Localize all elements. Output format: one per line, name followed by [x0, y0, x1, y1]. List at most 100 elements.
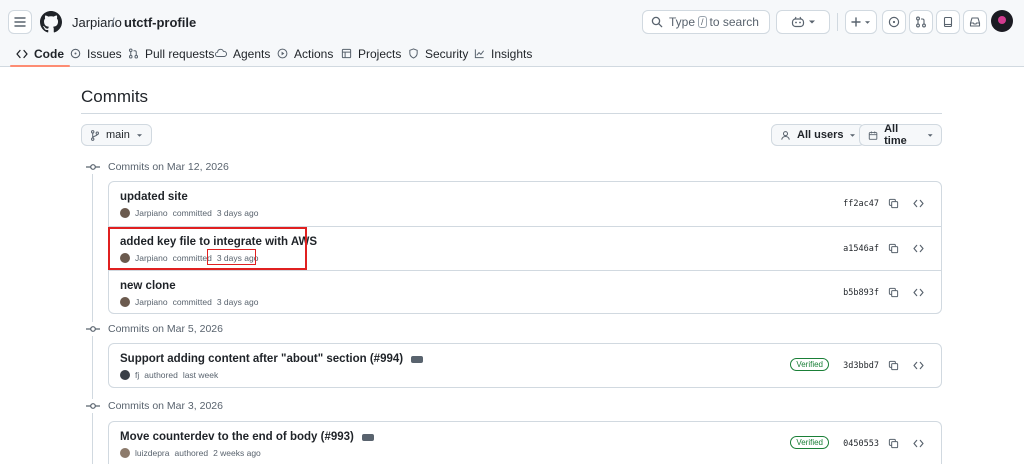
branch-label: main: [106, 129, 130, 141]
author-avatar[interactable]: [120, 448, 130, 458]
commit-row: Support adding content after "about" sec…: [109, 344, 941, 387]
code-icon: [912, 288, 924, 296]
create-new-button[interactable]: [845, 10, 877, 34]
commit-author[interactable]: luizdepra: [135, 448, 170, 458]
copy-sha-button[interactable]: [886, 241, 900, 255]
repositories-button[interactable]: [936, 10, 960, 34]
repository-nav: Code Issues Pull requests Agents Actions…: [0, 40, 1024, 67]
tab-label: Actions: [294, 46, 334, 61]
copy-icon: [888, 360, 898, 370]
browse-repo-button[interactable]: [911, 358, 925, 372]
time-filter-label: All time: [884, 123, 907, 147]
tab-label: Issues: [87, 46, 122, 61]
commit-group-date: Commits on Mar 5, 2026: [108, 323, 223, 335]
copy-sha-button[interactable]: [886, 196, 900, 210]
code-icon: [16, 49, 28, 58]
tab-actions[interactable]: Actions: [277, 40, 333, 67]
commit-author[interactable]: fj: [135, 370, 139, 380]
browse-repo-button[interactable]: [911, 436, 925, 450]
commit-title[interactable]: Move counterdev to the end of body (#993…: [120, 427, 374, 443]
chevron-down-icon: [865, 20, 870, 24]
browse-repo-button[interactable]: [911, 196, 925, 210]
commit-title[interactable]: Support adding content after "about" sec…: [120, 349, 424, 365]
user-avatar[interactable]: [991, 10, 1013, 32]
agents-icon: [215, 48, 227, 57]
code-icon: [912, 439, 924, 447]
pull-requests-shortcut-button[interactable]: [909, 10, 933, 34]
tab-label: Security: [425, 46, 469, 61]
expand-description-icon[interactable]: [411, 349, 424, 363]
verified-badge[interactable]: Verified: [790, 436, 829, 449]
commit-sha[interactable]: ff2ac47: [843, 199, 879, 209]
commit-title[interactable]: new clone: [120, 280, 176, 292]
commit-group-heading: Commits on Mar 5, 2026: [86, 322, 223, 336]
page-title: Commits: [81, 87, 149, 106]
tab-issues[interactable]: Issues: [70, 40, 122, 67]
commit-sha[interactable]: 3d3bbd7: [843, 361, 879, 371]
verified-badge[interactable]: Verified: [790, 358, 829, 371]
tab-security[interactable]: Security: [408, 40, 468, 67]
tab-pull-requests[interactable]: Pull requests: [128, 40, 214, 67]
copy-icon: [888, 287, 898, 297]
inbox-icon: [969, 17, 981, 27]
author-avatar[interactable]: [120, 208, 130, 218]
issue-icon: [888, 16, 900, 28]
copy-sha-button[interactable]: [886, 285, 900, 299]
browse-repo-button[interactable]: [911, 241, 925, 255]
commit-author[interactable]: Jarpiano: [135, 297, 168, 307]
tab-label: Pull requests: [145, 46, 215, 61]
commit-icon: [86, 164, 100, 170]
commit-title-text[interactable]: updated site: [120, 191, 188, 203]
menu-button[interactable]: [8, 10, 32, 34]
issues-shortcut-button[interactable]: [882, 10, 906, 34]
branch-icon: [91, 129, 99, 141]
tab-projects[interactable]: Projects: [341, 40, 401, 67]
commit-author[interactable]: Jarpiano: [135, 208, 168, 218]
search-shortcut-key: /: [698, 16, 707, 28]
commit-title-text[interactable]: new clone: [120, 280, 176, 292]
table-icon: [341, 48, 352, 59]
commit-row: Move counterdev to the end of body (#993…: [109, 422, 941, 464]
tab-code[interactable]: Code: [10, 40, 70, 67]
person-icon: [781, 130, 790, 140]
chevron-down-icon: [927, 133, 933, 137]
commit-time: 3 days ago: [216, 208, 259, 218]
commit-title-text[interactable]: Support adding content after "about" sec…: [120, 353, 403, 365]
copilot-icon: [791, 16, 804, 28]
inbox-button[interactable]: [963, 10, 987, 34]
tab-insights[interactable]: Insights: [474, 40, 532, 67]
copy-sha-button[interactable]: [886, 436, 900, 450]
breadcrumb-repo[interactable]: utctf-profile: [124, 15, 196, 30]
highlight-box-time: [207, 249, 256, 265]
commit-meta: luizdepra authored 2 weeks ago: [120, 448, 261, 458]
github-logo-icon[interactable]: [40, 11, 62, 33]
chevron-down-icon: [808, 20, 815, 24]
copy-icon: [888, 198, 898, 208]
chevron-down-icon: [136, 133, 142, 137]
commit-meta: Jarpiano committed 3 days ago: [120, 208, 258, 218]
branch-select-button[interactable]: main: [81, 124, 152, 146]
commit-sha[interactable]: a1546af: [843, 244, 879, 254]
author-avatar[interactable]: [120, 370, 130, 380]
pull-request-icon: [916, 16, 926, 28]
copy-sha-button[interactable]: [886, 358, 900, 372]
users-filter-button[interactable]: All users: [771, 124, 866, 146]
tab-agents[interactable]: Agents: [215, 40, 270, 67]
chevron-down-icon: [850, 133, 856, 137]
commit-sha[interactable]: 0450553: [843, 439, 879, 449]
commit-title[interactable]: updated site: [120, 191, 188, 203]
commit-sha[interactable]: b5b893f: [843, 288, 879, 298]
tab-label: Insights: [491, 46, 533, 61]
commit-action: authored: [144, 370, 178, 380]
browse-repo-button[interactable]: [911, 285, 925, 299]
commit-group-heading: Commits on Mar 3, 2026: [86, 399, 223, 413]
copilot-button[interactable]: [776, 10, 830, 34]
calendar-icon: [868, 130, 878, 140]
time-filter-button[interactable]: All time: [859, 123, 942, 147]
expand-description-icon[interactable]: [361, 427, 374, 441]
author-avatar[interactable]: [120, 297, 130, 307]
commit-title-text[interactable]: Move counterdev to the end of body (#993…: [120, 431, 354, 443]
commit-action: authored: [174, 448, 209, 458]
search-input[interactable]: Type / to search: [642, 10, 770, 34]
title-divider: [81, 113, 942, 114]
